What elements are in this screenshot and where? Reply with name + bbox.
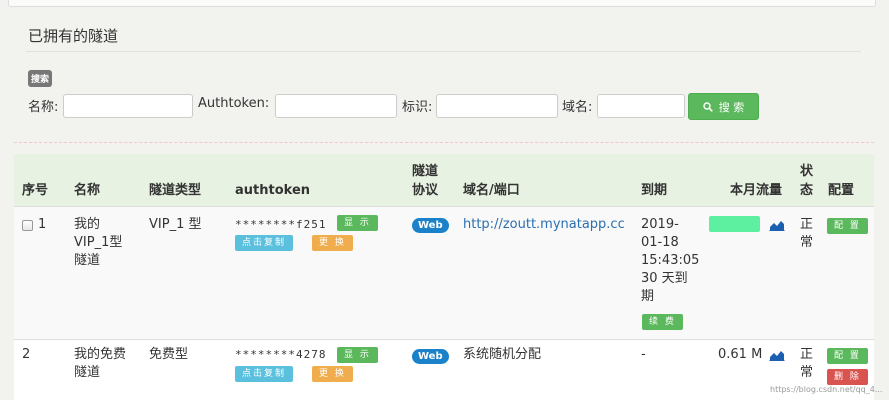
row-name: 我的 VIP_1型 隧道 [74,216,122,270]
row-status-line: 正 [800,347,814,362]
row-expiry-line: 01-18 [641,235,679,250]
header-index: 序号 [22,183,49,198]
domain-link[interactable]: http://zoutt.mynatapp.cc [463,216,625,234]
row-expiry-line: 2019- [641,217,679,232]
row-index: 2 [22,347,31,362]
authtoken-input[interactable] [275,94,397,118]
row-name-line: 我的 [74,217,101,232]
header-config: 配置 [828,183,855,198]
section-title: 已拥有的隧道 [28,27,119,45]
show-token-button[interactable]: 显 示 [337,215,378,231]
search-icon [703,101,713,112]
row-expiry-line: 30 天到 [641,271,688,286]
search-badge: 搜索 [28,70,53,87]
traffic-bar [709,216,760,232]
header-type: 隧道类型 [149,183,202,198]
area-chart-icon[interactable] [769,219,785,231]
row-token: ********4278 [235,348,327,361]
row-name-line: VIP_1型 [74,235,123,250]
row-status-line: 常 [800,235,814,250]
domain-label: 域名: [562,100,593,115]
header-protocol-line2: 协议 [412,183,439,198]
watermark: https://blog.csdn.net/qq_4... [770,385,883,394]
name-label: 名称: [28,100,59,115]
header-domain: 域名/端口 [463,183,520,198]
change-token-button[interactable]: 更 换 [312,366,353,382]
row-type: VIP_1 型 [149,217,202,232]
header-authtoken: authtoken [235,183,311,198]
search-button[interactable]: 搜 索 [688,93,759,120]
protocol-badge: Web [412,218,449,233]
row-name-line: 我的免费 [74,347,127,362]
header-status-line2: 态 [800,183,814,198]
row-checkbox[interactable] [22,220,33,231]
row-domain: 系统随机分配 [463,347,542,362]
header-traffic: 本月流量 [730,183,783,198]
row-traffic: 0.61 M [718,347,763,362]
show-token-button[interactable]: 显 示 [337,347,378,363]
header-name: 名称 [74,183,101,198]
top-panel-edge [8,0,876,7]
table-header: 序号 名称 隧道类型 authtoken 隧道 协议 域名/端口 到期 本月流量… [14,154,874,207]
header-expiry: 到期 [641,183,668,198]
row-expiry: 2019- 01-18 15:43:05 30 天到 期 [641,216,699,306]
copy-token-button[interactable]: 点击复制 [235,235,294,251]
row-expiry: - [641,347,646,362]
row-expiry-line: 期 [641,289,655,304]
area-chart-icon[interactable] [769,349,785,361]
row-name-line: 隧道 [74,253,101,268]
config-button[interactable]: 配 置 [827,348,868,364]
search-button-label: 搜 索 [718,100,745,114]
section-separator [14,142,874,143]
renew-button[interactable]: 续 费 [642,314,683,330]
row-expiry-line: 15:43:05 [641,253,700,268]
row-name-line: 隧道 [74,365,101,380]
protocol-badge: Web [412,349,449,364]
delete-button[interactable]: 删 除 [827,369,868,385]
row-status-line: 常 [800,365,814,380]
authtoken-label: Authtoken: [198,96,270,111]
tag-label: 标识: [402,100,433,115]
domain-input[interactable] [597,94,685,118]
name-input[interactable] [63,94,193,118]
row-status: 正 常 [800,216,813,252]
row-status-line: 正 [800,217,814,232]
row-token: ********f251 [235,218,327,231]
copy-token-button[interactable]: 点击复制 [235,366,294,382]
row-index: 1 [38,217,47,232]
title-divider [26,51,861,52]
row-status: 正 常 [800,346,813,382]
table-row: 2 我的免费 隧道 免费型 ********4278 显 示 点击复制 更 换 … [14,340,874,400]
header-protocol-line1: 隧道 [412,164,439,179]
row-name: 我的免费 隧道 [74,346,126,382]
change-token-button[interactable]: 更 换 [312,235,353,251]
config-button[interactable]: 配 置 [827,218,868,234]
tag-input[interactable] [436,94,558,118]
header-status-line1: 状 [800,164,814,179]
table-row: 1 我的 VIP_1型 隧道 VIP_1 型 ********f251 显 示 … [14,207,874,340]
row-type: 免费型 [149,347,189,362]
